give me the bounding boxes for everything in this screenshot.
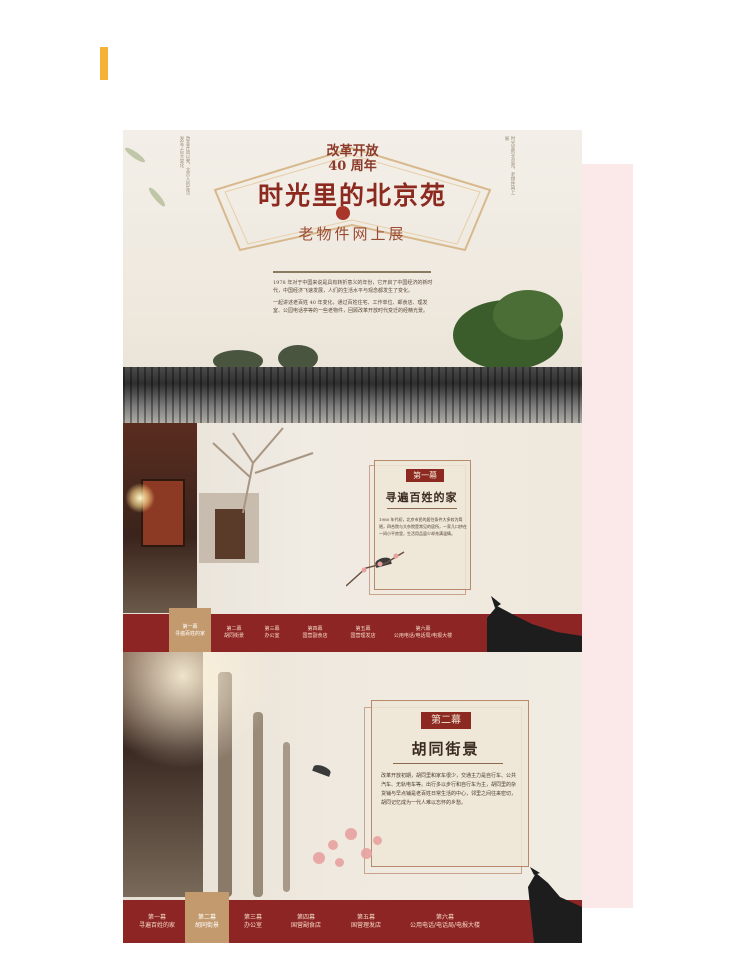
act-title: 寻遍百姓的家 [385, 491, 458, 504]
page-subtitle: 老物件网上展 [298, 225, 407, 243]
nav-tab-label: 公用电话/电话局/电报大楼 [409, 922, 481, 929]
nav-tab-number: 第六幕 [415, 626, 431, 632]
blossom-decoration [373, 836, 382, 845]
blossom-decoration [313, 852, 325, 864]
nav-tab-act-1[interactable]: 第一幕 寻遍百姓的家 [135, 900, 179, 943]
plum-branch-decoration [346, 551, 405, 587]
nav-tab-act-6[interactable]: 第六幕 公用电话/电话局/电报大楼 [403, 900, 487, 943]
nav-tab-label: 胡同街景 [194, 922, 219, 929]
nav-tab-label: 寻遍百姓的家 [174, 631, 205, 637]
vertical-caption-right: 时光里的北京苑，老物件网上展 [504, 136, 515, 195]
nav-tab-number: 第二幕 [197, 914, 216, 921]
intro-paragraph-2: 一起讲述老百姓 40 年变化，通过百姓住宅、工作单位、邮食店、理发室、公园电话亭… [273, 300, 429, 314]
nav-tab-label: 胡同街景 [223, 633, 244, 639]
nav-tab-number: 第五幕 [355, 626, 371, 632]
nav-tab-act-4[interactable]: 第四幕 国营副食店 [283, 900, 329, 943]
nav-tab-number: 第六幕 [435, 914, 454, 921]
swallow-decoration [312, 763, 332, 777]
nav-tab-act-6[interactable]: 第六幕 公用电话/电话局/电报大楼 [389, 614, 457, 652]
lantern-glow [125, 483, 155, 513]
nav-tab-act-3[interactable]: 第三幕 办公室 [235, 900, 271, 943]
nav-tab-number: 第一幕 [147, 914, 166, 921]
nav-tab-number: 第一幕 [182, 624, 198, 630]
sunlight-glow [123, 652, 273, 772]
intro-divider [273, 271, 431, 273]
nav-tab-label: 办公室 [264, 633, 280, 639]
act-title: 胡同街景 [411, 740, 480, 758]
nav-tab-act-2[interactable]: 第二幕 胡同街景 [185, 892, 229, 943]
tiled-roof-wall [123, 367, 582, 423]
nav-tab-label: 国营理发店 [350, 922, 381, 929]
seal-icon [336, 206, 350, 220]
act-divider [387, 508, 457, 509]
nav-tab-label: 办公室 [243, 922, 262, 929]
pink-backdrop [582, 164, 633, 908]
nav-tab-number: 第四幕 [296, 914, 315, 921]
blossom-decoration [345, 828, 357, 840]
tree-trunk [283, 742, 290, 892]
nav-tab-label: 国营副食店 [290, 922, 321, 929]
nav-tab-number: 第二幕 [226, 626, 242, 632]
blossom-decoration [328, 840, 338, 850]
blossom-decoration [335, 858, 344, 867]
act-label: 第二幕 [421, 712, 471, 729]
nav-tab-number: 第四幕 [307, 626, 323, 632]
nav-tab-number: 第三幕 [264, 626, 280, 632]
eave-corner-decoration [528, 867, 582, 943]
intro-paragraph-1: 1978 年对于中国来说是具有转折意义的年份，它开启了中国经济的新时代，中国经济… [273, 280, 433, 294]
intro-text: 1978 年对于中国来说是具有转折意义的年份，它开启了中国经济的新时代，中国经济… [273, 279, 435, 319]
act-description: 改革开放初期，胡同里和家车很少，交通主力是自行车、公共汽车、无轨电车等。出行多以… [381, 773, 517, 806]
vertical-caption-left: 改革开放以来，北京人的生活发生了巨大变化 [179, 136, 190, 195]
nav-tab-label: 公用电话/电话局/电报大楼 [393, 633, 453, 639]
section-accent-bar [100, 47, 108, 80]
nav-tab-act-5[interactable]: 第五幕 国营理发店 [341, 614, 385, 652]
nav-tab-act-5[interactable]: 第五幕 国营理发店 [343, 900, 389, 943]
act-nav-bar: 第一幕 寻遍百姓的家 第二幕 胡同街景 第三幕 办公室 第四幕 国营副食店 第五… [123, 892, 582, 943]
tree-decoration [493, 290, 563, 340]
act-description: 1980 年代初，北京市民的居住条件大多较为简陋，四合院与大杂院是常见的居所，一… [379, 517, 467, 536]
nav-tab-act-2[interactable]: 第二幕 胡同街景 [215, 614, 253, 652]
act-one-panel: 第一幕 寻遍百姓的家 1980 年代初，北京市民的居住条件大多较为简陋，四合院与… [123, 423, 582, 652]
tree-branches [212, 427, 314, 513]
nav-tab-act-4[interactable]: 第四幕 国营副食店 [293, 614, 337, 652]
nav-tab-number: 第三幕 [243, 914, 262, 921]
act-divider [393, 763, 503, 764]
nav-tab-label: 寻遍百姓的家 [138, 922, 175, 929]
act-two-panel: 第二幕 胡同街景 改革开放初期，胡同里和家车很少，交通主力是自行车、公共汽车、无… [123, 652, 582, 943]
banner-panel: 改革开放 40 周年 时光里的北京苑 老物件网上展 1978 年对于中国来说是具… [123, 130, 582, 423]
nav-tab-number: 第五幕 [356, 914, 375, 921]
nav-tab-act-3[interactable]: 第三幕 办公室 [253, 614, 291, 652]
nav-tab-act-1[interactable]: 第一幕 寻遍百姓的家 [169, 608, 211, 652]
nav-tab-label: 国营副食店 [302, 633, 328, 639]
act-label: 第一幕 [406, 469, 444, 482]
gate-door [215, 509, 245, 559]
eave-corner-decoration [487, 596, 582, 652]
blossom-decoration [361, 848, 372, 859]
nav-tab-label: 国营理发店 [350, 633, 376, 639]
